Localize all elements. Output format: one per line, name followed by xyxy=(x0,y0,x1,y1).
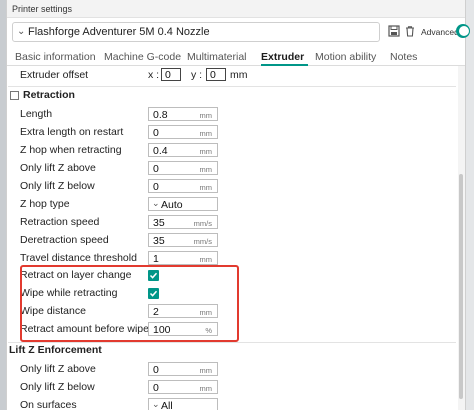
lift-z-above-label: Only lift Z above xyxy=(20,162,96,174)
preset-name: Flashforge Adventurer 5M 0.4 Nozzle xyxy=(28,26,210,38)
deretraction-speed-label: Deretraction speed xyxy=(20,234,109,246)
scrollbar-thumb[interactable] xyxy=(459,174,463,399)
extruder-offset-label: Extruder offset xyxy=(20,69,89,81)
length-label: Length xyxy=(20,108,53,120)
offset-x-label: x : xyxy=(148,69,160,81)
tab-multimaterial[interactable]: Multimaterial xyxy=(187,51,247,63)
retraction-section-icon xyxy=(10,91,19,100)
tab-bar: Basic information Machine G-code Multima… xyxy=(7,46,465,66)
chevron-down-icon: ⌄ xyxy=(152,399,160,409)
lift-z-below-field[interactable]: 0 mm xyxy=(148,179,218,193)
tab-basic-information[interactable]: Basic information xyxy=(15,51,96,63)
lift-z-enf-above-field[interactable]: 0 mm xyxy=(148,362,218,376)
lift-z-enf-above-label: Only lift Z above xyxy=(20,363,96,375)
tab-notes[interactable]: Notes xyxy=(390,51,417,63)
deretraction-speed-field[interactable]: 35 mm/s xyxy=(148,233,218,247)
tab-motion-ability[interactable]: Motion ability xyxy=(315,51,376,63)
highlight-box xyxy=(20,265,239,342)
background-window-right xyxy=(466,0,474,410)
advanced-toggle[interactable] xyxy=(456,24,470,38)
lift-z-enf-below-label: Only lift Z below xyxy=(20,381,95,393)
offset-y-label: y : xyxy=(191,69,203,81)
scrollbar[interactable] xyxy=(458,66,465,410)
retraction-section-title: Retraction xyxy=(23,89,75,101)
preset-selector[interactable]: ⌄ Flashforge Adventurer 5M 0.4 Nozzle xyxy=(12,22,380,42)
z-hop-field[interactable]: 0.4 mm xyxy=(148,143,218,157)
chevron-down-icon: ⌄ xyxy=(152,198,160,208)
lift-z-enf-below-field[interactable]: 0 mm xyxy=(148,380,218,394)
lift-z-section-title: Lift Z Enforcement xyxy=(9,344,102,356)
z-hop-label: Z hop when retracting xyxy=(20,144,122,156)
offset-x-field[interactable]: 0 xyxy=(161,68,181,81)
tab-extruder[interactable]: Extruder xyxy=(261,51,304,63)
offset-y-field[interactable]: 0 xyxy=(206,68,226,81)
travel-threshold-label: Travel distance threshold xyxy=(20,252,137,264)
on-surfaces-label: On surfaces xyxy=(20,399,77,410)
retraction-speed-label: Retraction speed xyxy=(20,216,100,228)
chevron-down-icon: ⌄ xyxy=(17,26,26,37)
travel-threshold-field[interactable]: 1 mm xyxy=(148,251,218,265)
extra-length-field[interactable]: 0 mm xyxy=(148,125,218,139)
settings-panel: Extruder offset x : 0 y : 0 mm Retractio… xyxy=(7,66,465,410)
title-bar: Printer settings xyxy=(7,0,465,18)
length-field[interactable]: 0.8 mm xyxy=(148,107,218,121)
lift-z-above-field[interactable]: 0 mm xyxy=(148,161,218,175)
printer-settings-window: Printer settings ⌄ Flashforge Adventurer… xyxy=(6,0,470,410)
offset-unit: mm xyxy=(230,69,248,81)
z-hop-type-select[interactable]: ⌄ Auto xyxy=(148,197,218,211)
tab-machine-gcode[interactable]: Machine G-code xyxy=(104,51,181,63)
preset-bar: ⌄ Flashforge Adventurer 5M 0.4 Nozzle Ad… xyxy=(7,18,470,46)
window-title: Printer settings xyxy=(12,4,73,14)
lift-z-below-label: Only lift Z below xyxy=(20,180,95,192)
extra-length-label: Extra length on restart xyxy=(20,126,124,138)
advanced-label: Advanced xyxy=(421,27,459,37)
separator xyxy=(8,86,456,87)
separator xyxy=(8,342,456,343)
z-hop-type-label: Z hop type xyxy=(20,198,70,210)
retraction-speed-field[interactable]: 35 mm/s xyxy=(148,215,218,229)
on-surfaces-select[interactable]: ⌄All Surfaces xyxy=(148,398,218,410)
delete-icon[interactable] xyxy=(404,25,416,37)
save-icon[interactable] xyxy=(388,25,400,37)
